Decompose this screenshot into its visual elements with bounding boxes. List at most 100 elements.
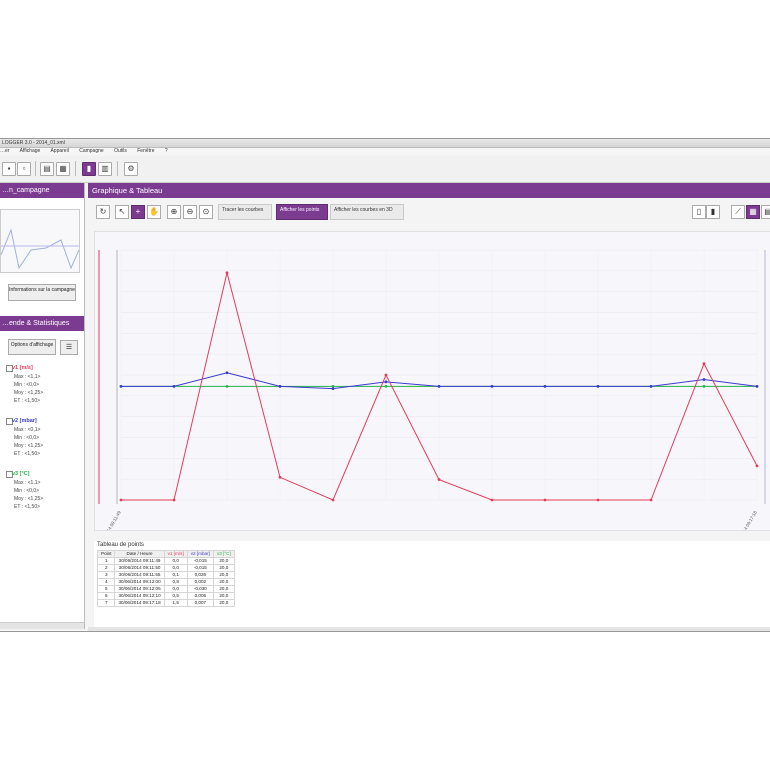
campaign-header: …n_campagne	[0, 183, 84, 198]
data-point	[596, 384, 600, 388]
table-row[interactable]: 1 30/06/2014 09:11:49 0,0 -0,015 20,0	[96, 557, 235, 565]
series-stat: Moy : <1,25>	[14, 496, 44, 502]
table-cell: 0,007	[186, 599, 214, 607]
print-icon[interactable]: ▦	[56, 162, 70, 176]
table-cell: 0,006	[186, 592, 214, 600]
left-scrollbar[interactable]	[0, 622, 84, 629]
table-cell: 30/06/2014 09:12:05	[114, 585, 165, 593]
data-point	[649, 498, 653, 502]
series-stat: Min : <0,0>	[14, 382, 40, 388]
main-scrollbar[interactable]	[88, 627, 770, 631]
line-chart[interactable]: 30/06/2014 09:11:4930/06/2014 09:17:18	[95, 232, 770, 548]
series-stat: Min : <0,0>	[14, 488, 40, 494]
chart-area[interactable]: 30/06/2014 09:11:4930/06/2014 09:17:18	[94, 231, 770, 548]
table-cell: 20,0	[212, 571, 235, 579]
data-point	[384, 373, 388, 377]
col-v3[interactable]: v3 [°C]	[212, 550, 235, 558]
table-cell: 0,026	[186, 571, 214, 579]
table-cell: 20,0	[212, 557, 235, 565]
data-point	[331, 498, 335, 502]
table-row[interactable]: 2 30/06/2014 09:11:50 0,0 -0,015 20,0	[96, 564, 235, 572]
document-icon[interactable]: ▤	[40, 162, 54, 176]
data-point	[543, 384, 547, 388]
show-points-button[interactable]: Afficher les points	[276, 204, 328, 220]
table-row[interactable]: 5 30/06/2014 09:12:05 0,0 -0,030 20,0	[96, 585, 235, 593]
points-table: Point Date / Heure v1 [m/s] v2 [mbar] v3…	[96, 550, 235, 607]
table-cell: 20,0	[212, 585, 235, 593]
draw-curves-button[interactable]: Tracer les courbes	[218, 204, 272, 220]
col-point[interactable]: Point	[96, 550, 116, 558]
table-cell: 0,0	[163, 585, 188, 593]
data-point	[225, 271, 229, 275]
chart-panel-icon[interactable]: ▮	[82, 162, 96, 176]
crosshair-icon[interactable]: +	[131, 205, 145, 219]
data-point	[278, 384, 282, 388]
series-stat: Max : <0,1>	[14, 427, 41, 433]
series-name: v3 [°C]	[12, 471, 30, 477]
hand-icon[interactable]: ✋	[147, 205, 161, 219]
zoom-reset-icon[interactable]: ⊙	[199, 205, 213, 219]
table-cell: 30/06/2014 09:12:10	[114, 592, 165, 600]
table-cell: 0,1	[163, 571, 188, 579]
menu-help[interactable]: ?	[165, 148, 168, 154]
menu-campaign[interactable]: Campagne	[79, 148, 103, 154]
legend-stats-header: …ende & Statistiques	[0, 316, 84, 331]
refresh-icon[interactable]: ↻	[96, 205, 110, 219]
table-cell: 20,0	[212, 599, 235, 607]
campaign-info-button[interactable]: Informations sur la campagne	[8, 284, 76, 301]
data-point	[119, 498, 123, 502]
display-options-label: Options d'affichage	[10, 342, 54, 348]
col-v2[interactable]: v2 [mbar]	[186, 550, 214, 558]
menu-device[interactable]: Appareil	[50, 148, 68, 154]
zoom-out-icon[interactable]: ⊖	[183, 205, 197, 219]
campaign-thumbnail[interactable]	[0, 209, 80, 273]
data-point	[490, 498, 494, 502]
table-cell: 30/06/2014 09:17:18	[114, 599, 165, 607]
series-stat: Moy : <1,25>	[14, 390, 44, 396]
grid-view-icon[interactable]: ▤	[761, 205, 770, 219]
panel-icon[interactable]: ▮	[706, 205, 720, 219]
left-panel: …n_campagne Informations sur la campagne…	[0, 183, 85, 629]
menu-tools[interactable]: Outils	[114, 148, 127, 154]
series-stat: ET : <1,50>	[14, 398, 41, 404]
print-preview-icon[interactable]: ▫	[17, 162, 31, 176]
table-cell: 5	[96, 585, 116, 593]
col-v1[interactable]: v1 [m/s]	[163, 550, 188, 558]
series-stat: Max : <1,1>	[14, 480, 41, 486]
menu-window[interactable]: Fenêtre	[137, 148, 154, 154]
table-row[interactable]: 4 30/06/2014 09:12:00 0,8 0,002 20,0	[96, 578, 235, 586]
display-options-button[interactable]: Options d'affichage	[8, 339, 56, 355]
table-row[interactable]: 3 30/06/2014 09:11:55 0,1 0,026 20,0	[96, 571, 235, 579]
show-3d-button[interactable]: Afficher les courbes en 3D	[330, 204, 404, 220]
table-cell: 20,0	[212, 564, 235, 572]
data-point	[437, 384, 441, 388]
pointer-icon[interactable]: ↖	[115, 205, 129, 219]
draw-curves-label: Tracer les courbes	[222, 207, 264, 213]
table-view-icon[interactable]: ▦	[746, 205, 760, 219]
save-icon[interactable]: ▪	[2, 162, 16, 176]
col-datetime[interactable]: Date / Heure	[114, 550, 165, 558]
line-chart-icon[interactable]: ⟋	[731, 205, 745, 219]
data-point	[755, 464, 759, 468]
table-row[interactable]: 7 30/06/2014 09:17:18 1,5 0,007 20,0	[96, 599, 235, 607]
data-point	[331, 387, 335, 391]
options-menu-icon[interactable]: ☰	[60, 340, 78, 355]
menu-file[interactable]: …er	[0, 148, 9, 154]
series-stat: ET : <1,50>	[14, 504, 41, 510]
table-row[interactable]: 6 30/06/2014 09:12:10 0,5 0,006 20,0	[96, 592, 235, 600]
table-panel-icon[interactable]: ▥	[98, 162, 112, 176]
settings-icon[interactable]: ⚙	[124, 162, 138, 176]
series-legend-v3: v3 [°C] Max : <1,1> Min : <0,0> Moy : <1…	[0, 471, 84, 517]
menu-view[interactable]: Affichage	[20, 148, 41, 154]
zoom-in-icon[interactable]: ⊕	[167, 205, 181, 219]
table-cell: -0,015	[186, 564, 214, 572]
split-view-icon[interactable]: ▯	[692, 205, 706, 219]
data-point	[702, 378, 706, 381]
data-point	[119, 384, 123, 388]
data-point	[702, 362, 706, 366]
table-cell: 20,0	[212, 578, 235, 586]
data-point	[490, 384, 494, 388]
table-cell: -0,030	[186, 585, 214, 593]
table-cell: 2	[96, 564, 116, 572]
points-table-title: Tableau de points	[97, 542, 145, 548]
